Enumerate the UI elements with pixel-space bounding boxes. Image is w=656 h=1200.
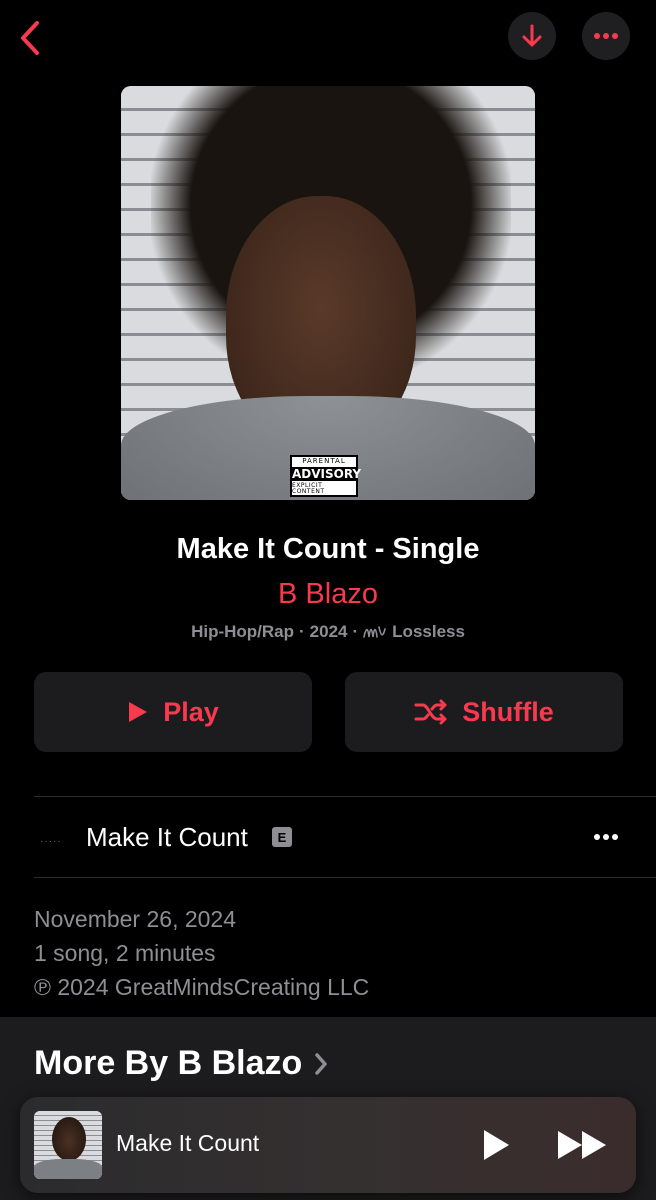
album-artwork[interactable]: PARENTAL ADVISORY EXPLICIT CONTENT	[121, 86, 535, 500]
divider	[34, 877, 656, 878]
track-more-button[interactable]	[586, 822, 626, 852]
play-button[interactable]: Play	[34, 672, 312, 752]
chevron-right-icon	[315, 1052, 328, 1075]
lossless-icon	[363, 626, 386, 638]
shuffle-icon	[414, 699, 447, 725]
more-by-title: More By B Blazo	[34, 1044, 303, 1082]
ellipsis-icon	[594, 834, 618, 840]
track-indicator: ·····	[40, 836, 62, 847]
artist-link[interactable]: B Blazo	[0, 578, 656, 611]
play-icon	[484, 1130, 509, 1160]
copyright-text: ℗ 2024 GreatMindsCreating LLC	[34, 974, 370, 1000]
year-label: 2024	[309, 622, 348, 641]
arrow-down-icon	[522, 24, 542, 47]
more-options-button[interactable]	[582, 12, 630, 60]
ellipsis-icon	[594, 33, 618, 39]
parental-advisory-logo: PARENTAL ADVISORY EXPLICIT CONTENT	[290, 455, 362, 497]
shuffle-button[interactable]: Shuffle	[345, 672, 623, 752]
album-metadata: Hip-Hop/Rap · 2024 · Lossless	[0, 622, 656, 642]
divider	[34, 796, 656, 797]
mini-play-button[interactable]	[476, 1125, 516, 1165]
track-title: Make It Count	[86, 822, 248, 852]
advisory-line-2: ADVISORY	[292, 466, 362, 481]
meta-separator: ·	[352, 622, 359, 641]
release-date: November 26, 2024	[34, 906, 237, 932]
fast-forward-icon	[558, 1131, 606, 1159]
advisory-line-3: EXPLICIT CONTENT	[292, 481, 325, 495]
advisory-line-1: PARENTAL	[302, 456, 346, 465]
quality-label: Lossless	[392, 622, 465, 641]
now-playing-title: Make It Count	[116, 1130, 260, 1156]
download-button[interactable]	[508, 12, 556, 60]
mini-artwork-face	[52, 1117, 86, 1161]
mini-artwork-hoodie	[34, 1159, 102, 1179]
top-bar	[0, 0, 656, 80]
mini-player-artwork	[34, 1111, 102, 1179]
explicit-badge: E	[272, 827, 292, 847]
shuffle-label: Shuffle	[462, 696, 554, 727]
play-icon	[129, 702, 148, 722]
meta-separator: ·	[299, 622, 305, 641]
next-track-button[interactable]	[554, 1125, 610, 1165]
mini-player[interactable]: Make It Count	[20, 1097, 636, 1193]
more-by-header[interactable]: More By B Blazo	[34, 1044, 328, 1083]
album-summary: 1 song, 2 minutes	[34, 940, 216, 966]
genre-label: Hip-Hop/Rap	[191, 622, 294, 641]
track-row[interactable]: ····· Make It Count E	[0, 800, 656, 876]
play-label: Play	[163, 696, 219, 727]
album-title: Make It Count - Single	[176, 533, 480, 565]
chevron-left-icon	[21, 21, 39, 55]
back-button[interactable]	[10, 18, 50, 58]
